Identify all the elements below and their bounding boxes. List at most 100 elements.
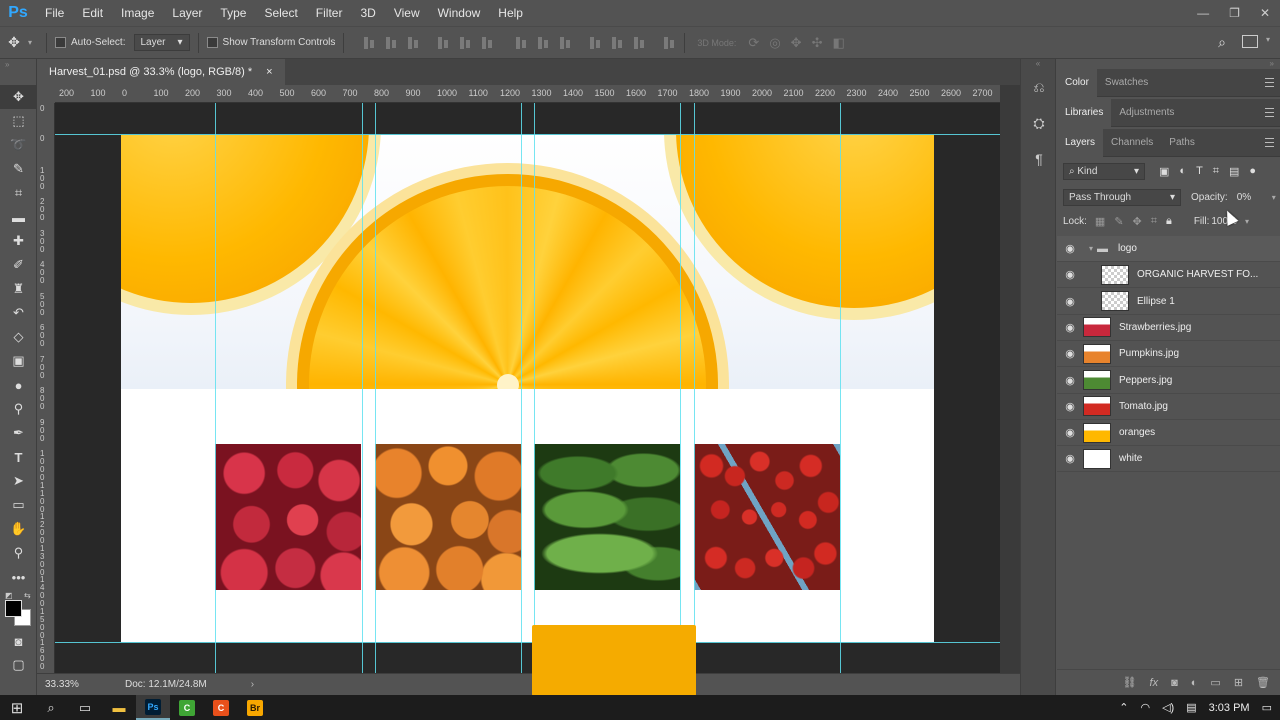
- wifi-icon[interactable]: ◠: [1140, 701, 1150, 714]
- close-tab-icon[interactable]: ×: [266, 66, 272, 78]
- lock-all-icon[interactable]: 🔒︎: [1166, 215, 1172, 228]
- menu-window[interactable]: Window: [429, 0, 490, 26]
- visibility-eye-icon[interactable]: ◉: [1057, 452, 1083, 465]
- crop-icon[interactable]: ⌗: [0, 181, 37, 205]
- panel-menu-icon[interactable]: [1265, 108, 1274, 117]
- guide-vertical[interactable]: [694, 103, 695, 673]
- menu-help[interactable]: Help: [489, 0, 532, 26]
- volume-icon[interactable]: ◁): [1162, 701, 1174, 714]
- default-colors-icon[interactable]: ◩: [5, 591, 13, 600]
- guide-horizontal[interactable]: [55, 642, 1000, 643]
- hand-icon[interactable]: ✋: [0, 517, 37, 541]
- toolbar-collapse-icon[interactable]: »: [0, 59, 36, 85]
- tab-paths[interactable]: Paths: [1161, 129, 1203, 157]
- panel-menu-icon[interactable]: [1265, 78, 1274, 87]
- more-tools-icon[interactable]: •••: [0, 565, 37, 589]
- history-brush-icon[interactable]: ↶: [0, 301, 37, 325]
- blend-mode-dropdown[interactable]: Pass Through ▾: [1063, 189, 1181, 206]
- document-canvas[interactable]: [121, 135, 934, 642]
- 3d-roll-icon[interactable]: ◎: [769, 35, 780, 51]
- lasso-icon[interactable]: ➰: [0, 133, 37, 157]
- auto-select-target-dropdown[interactable]: Layer ▾: [133, 34, 190, 51]
- workspace-icon[interactable]: [1242, 35, 1258, 48]
- quick-select-icon[interactable]: ✎: [0, 157, 37, 181]
- filter-toggle-icon[interactable]: ●: [1249, 165, 1256, 178]
- quick-mask-icon[interactable]: ◙: [0, 629, 37, 653]
- lock-position-icon[interactable]: ✥: [1133, 215, 1142, 228]
- healing-brush-icon[interactable]: ✚: [0, 229, 37, 253]
- rectangle-icon[interactable]: ▭: [0, 493, 37, 517]
- group-expand-icon[interactable]: ▾: [1089, 244, 1093, 253]
- 3d-slide-icon[interactable]: ✣: [812, 35, 823, 51]
- guide-vertical[interactable]: [362, 103, 363, 673]
- paragraph-panel-icon[interactable]: ¶: [1021, 141, 1057, 177]
- show-transform-checkbox[interactable]: Show Transform Controls: [206, 37, 335, 48]
- dock-collapse-icon[interactable]: «: [1021, 59, 1055, 69]
- align-right-icon[interactable]: [480, 36, 494, 50]
- tab-layers[interactable]: Layers: [1057, 128, 1104, 157]
- chevron-down-icon[interactable]: ▾: [1266, 35, 1270, 44]
- action-center-icon[interactable]: ▤: [1186, 701, 1196, 714]
- lock-pixels-icon[interactable]: ✎: [1114, 215, 1123, 228]
- vertical-ruler[interactable]: 0 0 1 0 0 2 0 0 3 0 0 4 0 0 5 0 0 6 0 0 7 0 0 8 0…: [37, 103, 55, 673]
- align-top-icon[interactable]: [362, 36, 376, 50]
- clone-stamp-icon[interactable]: ♜: [0, 277, 37, 301]
- add-mask-icon[interactable]: ◙: [1171, 677, 1178, 689]
- menu-select[interactable]: Select: [255, 0, 306, 26]
- filter-kind-dropdown[interactable]: ⌕ Kind ▾: [1063, 163, 1145, 180]
- pen-icon[interactable]: ✒: [0, 421, 37, 445]
- menu-filter[interactable]: Filter: [307, 0, 352, 26]
- delete-layer-icon[interactable]: 🗑︎: [1256, 676, 1270, 689]
- distribute-left-icon[interactable]: [588, 36, 602, 50]
- tab-channels[interactable]: Channels: [1103, 129, 1161, 157]
- visibility-eye-icon[interactable]: ◉: [1057, 321, 1083, 334]
- clock[interactable]: 3:03 PM: [1209, 702, 1250, 714]
- layer-row[interactable]: ◉ white: [1057, 446, 1280, 473]
- layer-row[interactable]: ◉ Peppers.jpg: [1057, 368, 1280, 394]
- visibility-eye-icon[interactable]: ◉: [1057, 400, 1083, 413]
- menu-3d[interactable]: 3D: [351, 0, 384, 26]
- status-menu-arrow[interactable]: ›: [251, 679, 254, 690]
- path-selection-icon[interactable]: ➤: [0, 469, 37, 493]
- tab-libraries[interactable]: Libraries: [1057, 98, 1112, 127]
- layer-style-icon[interactable]: fx: [1150, 677, 1159, 689]
- tray-chevron-icon[interactable]: ⌃: [1119, 701, 1128, 714]
- type-icon[interactable]: T: [0, 445, 37, 469]
- layer-row[interactable]: ◉ ▾ ▬ logo: [1057, 236, 1280, 262]
- zoom-level[interactable]: 33.33%: [45, 679, 125, 690]
- ruler-origin[interactable]: [37, 85, 55, 103]
- menu-image[interactable]: Image: [112, 0, 163, 26]
- tab-color[interactable]: Color: [1057, 68, 1097, 97]
- eyedropper-icon[interactable]: ▬: [0, 205, 37, 229]
- chevron-down-icon[interactable]: ▾: [1245, 217, 1249, 226]
- distribute-vcenter-icon[interactable]: [536, 36, 550, 50]
- marquee-icon[interactable]: ⬚: [0, 109, 37, 133]
- dodge-icon[interactable]: ⚲: [0, 397, 37, 421]
- guide-vertical[interactable]: [215, 103, 216, 673]
- layer-row[interactable]: ◉ Tomato.jpg: [1057, 394, 1280, 420]
- auto-select-checkbox[interactable]: Auto-Select:: [55, 37, 126, 48]
- menu-edit[interactable]: Edit: [73, 0, 112, 26]
- visibility-eye-icon[interactable]: ◉: [1057, 295, 1083, 308]
- 3d-orbit-icon[interactable]: ⟳: [748, 35, 759, 51]
- document-tab[interactable]: Harvest_01.psd @ 33.3% (logo, RGB/8) * ×: [37, 59, 285, 85]
- move-tool-preset-icon[interactable]: ✥: [0, 34, 28, 51]
- guide-vertical[interactable]: [521, 103, 522, 673]
- new-group-icon[interactable]: ▭: [1210, 676, 1220, 689]
- panels-collapse-icon[interactable]: »: [1057, 59, 1280, 69]
- layer-row[interactable]: ◉ Ellipse 1: [1057, 289, 1280, 315]
- distribute-right-icon[interactable]: [632, 36, 646, 50]
- task-view-icon[interactable]: ▭: [68, 695, 102, 720]
- gradient-icon[interactable]: ▣: [0, 349, 37, 373]
- filter-pixel-icon[interactable]: ▣: [1159, 165, 1169, 178]
- eraser-icon[interactable]: ◇: [0, 325, 37, 349]
- distribute-bottom-icon[interactable]: [558, 36, 572, 50]
- close-button[interactable]: ✕: [1260, 6, 1270, 20]
- layer-row[interactable]: ◉ Pumpkins.jpg: [1057, 341, 1280, 368]
- tab-swatches[interactable]: Swatches: [1097, 69, 1156, 97]
- vertical-scrollbar[interactable]: [1000, 85, 1020, 673]
- align-hcenter-icon[interactable]: [458, 36, 472, 50]
- foreground-color-swatch[interactable]: [5, 600, 22, 617]
- adjustment-layer-icon[interactable]: ◐: [1191, 677, 1198, 689]
- properties-panel-icon[interactable]: ⛭: [1021, 105, 1057, 141]
